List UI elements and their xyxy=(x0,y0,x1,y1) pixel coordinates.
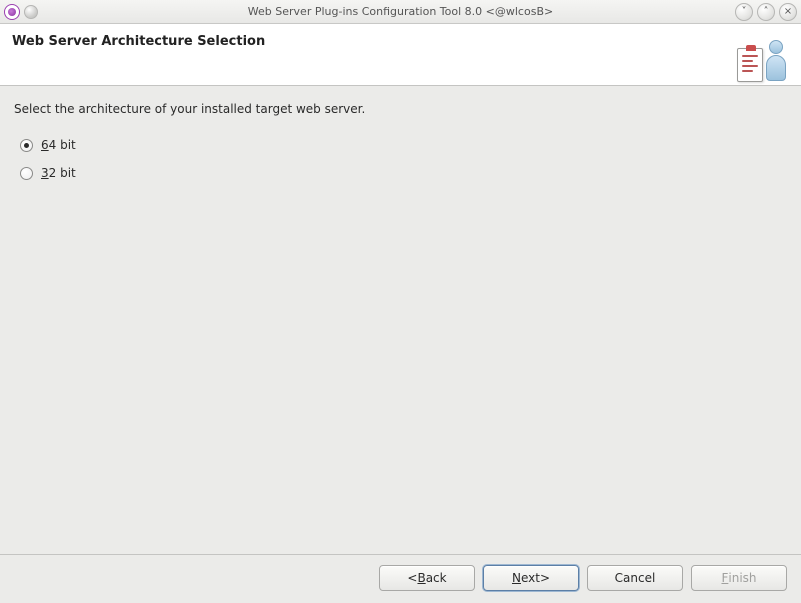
maximize-button[interactable]: ˄ xyxy=(757,3,775,21)
window-title: Web Server Plug-ins Configuration Tool 8… xyxy=(0,5,801,18)
menu-dot-icon[interactable] xyxy=(24,5,38,19)
chevron-up-icon: ˄ xyxy=(764,6,769,17)
app-icon xyxy=(4,4,20,20)
titlebar-left xyxy=(4,4,38,20)
radio-indicator xyxy=(20,139,33,152)
next-button[interactable]: Next > xyxy=(483,565,579,591)
back-button[interactable]: < Back xyxy=(379,565,475,591)
radio-option-64bit[interactable]: 64 bit xyxy=(20,138,787,152)
cancel-button[interactable]: Cancel xyxy=(587,565,683,591)
radio-label: 32 bit xyxy=(41,166,76,180)
finish-button: Finish xyxy=(691,565,787,591)
radio-label: 64 bit xyxy=(41,138,76,152)
radio-indicator xyxy=(20,167,33,180)
wizard-banner-icon xyxy=(735,34,789,82)
close-icon: × xyxy=(784,6,792,17)
wizard-header: Web Server Architecture Selection xyxy=(0,24,801,86)
wizard-body: Select the architecture of your installe… xyxy=(0,86,801,554)
titlebar-right: ˅ ˄ × xyxy=(735,3,797,21)
instruction-text: Select the architecture of your installe… xyxy=(14,102,787,116)
window-titlebar: Web Server Plug-ins Configuration Tool 8… xyxy=(0,0,801,24)
radio-option-32bit[interactable]: 32 bit xyxy=(20,166,787,180)
chevron-down-icon: ˅ xyxy=(742,6,747,17)
clipboard-icon xyxy=(737,48,763,82)
page-title: Web Server Architecture Selection xyxy=(12,34,735,49)
architecture-radio-group: 64 bit 32 bit xyxy=(14,138,787,180)
wizard-footer: < Back Next > Cancel Finish xyxy=(0,554,801,603)
minimize-button[interactable]: ˅ xyxy=(735,3,753,21)
person-icon xyxy=(765,40,787,82)
dialog-content: Web Server Architecture Selection Select… xyxy=(0,24,801,603)
close-button[interactable]: × xyxy=(779,3,797,21)
